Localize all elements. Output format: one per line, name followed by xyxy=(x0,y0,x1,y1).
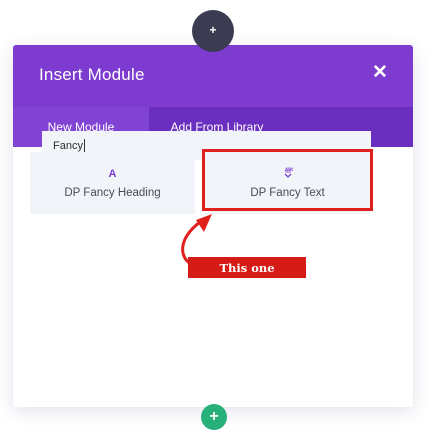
modal-header: Insert Module ✕ xyxy=(13,45,413,107)
search-value: Fancy xyxy=(53,139,83,152)
add-section-button[interactable]: + xyxy=(192,10,234,52)
text-caret xyxy=(83,139,85,152)
screen: Insert Module ✕ New Module Add From Libr… xyxy=(0,0,434,434)
add-row-button[interactable]: + xyxy=(201,404,227,430)
module-card-label: DP Fancy Heading xyxy=(64,187,161,199)
module-card-dp-fancy-heading[interactable]: A DP Fancy Heading xyxy=(30,152,195,214)
fancy-text-icon: ABC xyxy=(283,167,294,181)
text-a-icon: A xyxy=(108,168,117,180)
modal-title: Insert Module xyxy=(39,65,145,84)
close-button[interactable]: ✕ xyxy=(371,63,389,82)
module-card-label: DP Fancy Text xyxy=(250,187,325,199)
annotation-callout: This one xyxy=(188,257,306,278)
module-card-dp-fancy-text[interactable]: ABC DP Fancy Text xyxy=(205,152,370,214)
insert-module-modal: Insert Module ✕ New Module Add From Libr… xyxy=(13,45,413,407)
svg-text:ABC: ABC xyxy=(285,167,293,172)
